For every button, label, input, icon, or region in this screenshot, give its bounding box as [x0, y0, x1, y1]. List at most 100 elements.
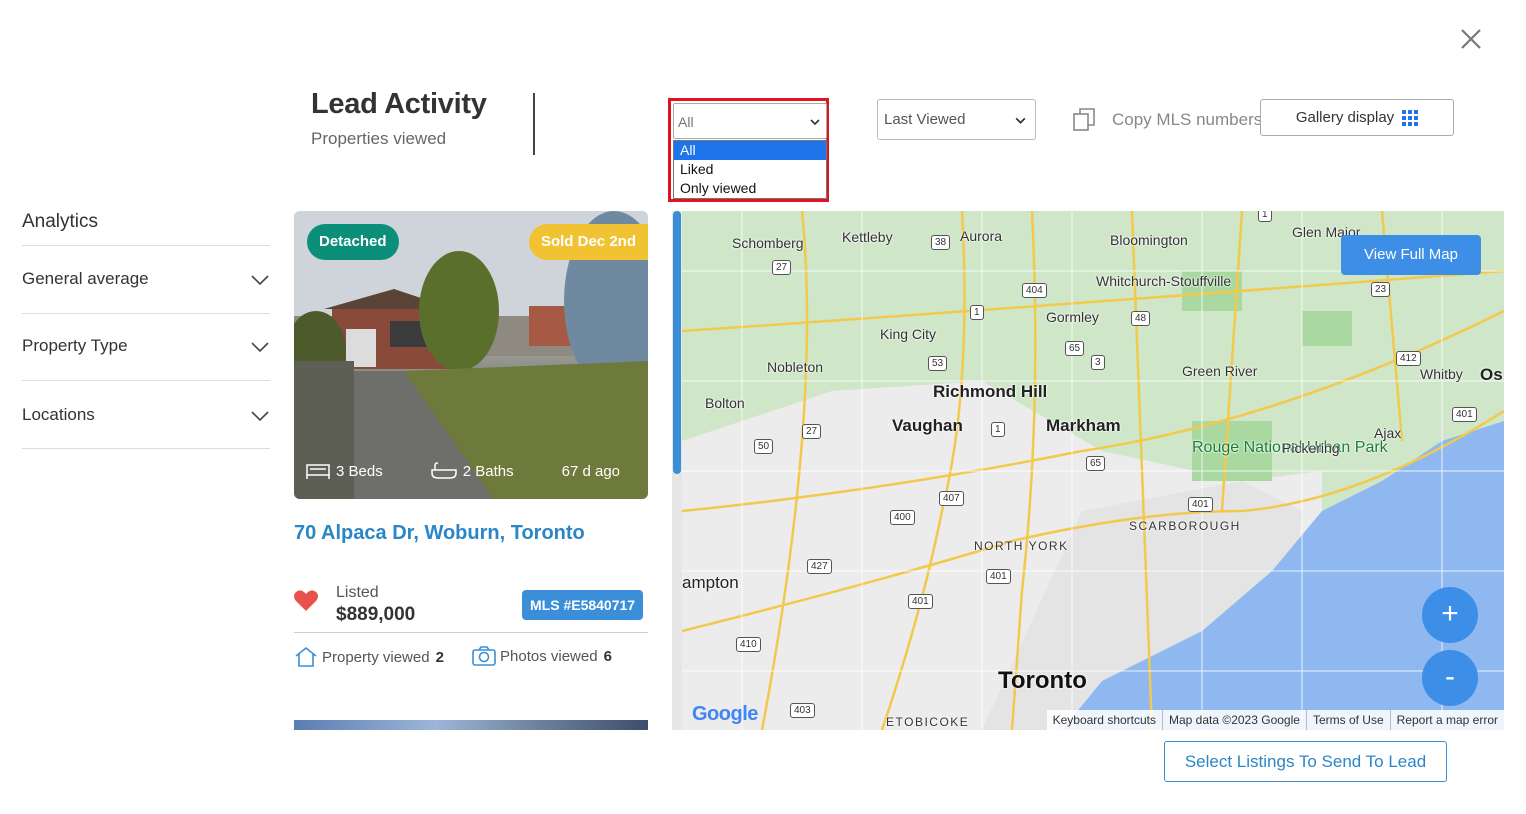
map-label-richmond-hill: Richmond Hill [933, 382, 1048, 401]
map-label-kettleby: Kettleby [842, 229, 893, 245]
photo-stats: 3 Beds 2 Baths 67 d ago [306, 459, 620, 483]
highway-shield: 412 [1396, 351, 1421, 366]
google-logo: Google [692, 703, 758, 726]
listed-label: Listed [336, 584, 379, 601]
heart-icon[interactable] [293, 589, 319, 613]
map-label-north-york: NORTH YORK [974, 539, 1069, 553]
property-viewed-label: Property viewed [322, 648, 430, 666]
highway-shield: 401 [986, 569, 1011, 584]
chevron-down-icon [810, 119, 820, 126]
gallery-label: Gallery display [1295, 109, 1395, 126]
days-ago: 67 d ago [561, 462, 620, 480]
chevron-down-icon [251, 275, 269, 286]
map-label-gormley: Gormley [1046, 309, 1099, 325]
page-title: Lead Activity [311, 88, 487, 120]
filter-select[interactable]: All [673, 103, 827, 139]
highway-shield: 1 [991, 422, 1005, 437]
filter-options-list: All Liked Only viewed [673, 140, 827, 199]
highway-shield: 3 [1091, 355, 1105, 370]
select-listings-button[interactable]: Select Listings To Send To Lead [1164, 741, 1447, 782]
highway-shield: 410 [736, 637, 761, 652]
sort-select[interactable]: Last Viewed [877, 99, 1036, 140]
map-label-green-river: Green River [1182, 363, 1258, 379]
filter-dropdown-highlight: All All Liked Only viewed [668, 98, 829, 202]
map-label-rouge-park: Rouge National Urban Park [1192, 439, 1388, 456]
next-property-photo[interactable] [294, 720, 648, 730]
highway-shield: 38 [931, 235, 951, 250]
copy-mls-button[interactable]: Copy MLS numbers [1072, 104, 1262, 136]
sidebar-item-locations[interactable]: Locations [22, 380, 270, 449]
status-badge: Sold Dec 2nd [528, 224, 648, 260]
sidebar-item-label: General average [22, 269, 149, 288]
sort-selected-value: Last Viewed [884, 111, 966, 128]
highway-shield: 27 [802, 424, 822, 439]
highway-shield: 48 [1131, 311, 1151, 326]
sidebar-item-label: Property Type [22, 336, 128, 355]
map-label-whitchurch-stouffville: Whitchurch-Stouffville [1096, 273, 1232, 289]
card-divider [294, 632, 648, 633]
terms-of-use-link[interactable]: Terms of Use [1305, 710, 1390, 730]
highway-shield: 401 [1188, 497, 1213, 512]
filter-option-liked[interactable]: Liked [674, 160, 826, 179]
map-label-ajax: Ajax [1374, 425, 1402, 441]
chevron-down-icon [251, 411, 269, 422]
map-label-os: Os [1480, 365, 1503, 384]
map-view[interactable]: Schomberg Kettleby Aurora Bloomington Gl… [682, 211, 1504, 730]
filter-option-all[interactable]: All [674, 141, 826, 160]
map-label-bolton: Bolton [705, 395, 745, 411]
map-label-schomberg: Schomberg [732, 235, 804, 251]
zoom-out-button[interactable]: - [1422, 650, 1478, 706]
copy-icon [1073, 108, 1095, 131]
highway-shield: 53 [928, 356, 948, 371]
chevron-down-icon [1015, 117, 1026, 124]
beds-stat: 3 Beds [306, 462, 383, 480]
list-scrollbar-thumb[interactable] [673, 211, 681, 474]
map-label-aurora: Aurora [960, 228, 1003, 244]
chevron-down-icon [251, 342, 269, 353]
filter-selected-value: All [678, 114, 694, 130]
map-label-toronto: Toronto [998, 667, 1087, 694]
view-full-map-button[interactable]: View Full Map [1341, 235, 1481, 275]
bed-icon [306, 464, 330, 479]
map-data-label: Map data ©2023 Google [1162, 710, 1306, 730]
map-label-nobleton: Nobleton [767, 359, 824, 375]
property-photo[interactable]: Detached Sold Dec 2nd 3 Beds 2 Baths 67 … [294, 211, 648, 499]
map-attribution: Keyboard shortcuts Map data ©2023 Google… [1046, 710, 1504, 730]
highway-shield: 407 [939, 491, 964, 506]
gallery-display-button[interactable]: Gallery display [1260, 99, 1454, 136]
highway-shield: 404 [1022, 283, 1047, 298]
property-type-badge: Detached [307, 224, 399, 260]
copy-mls-label: Copy MLS numbers [1112, 110, 1263, 129]
map-label-whitby: Whitby [1420, 366, 1463, 382]
page-subtitle: Properties viewed [311, 129, 447, 148]
filter-option-only-viewed[interactable]: Only viewed [674, 179, 826, 198]
home-icon [295, 646, 317, 667]
close-icon[interactable] [1456, 24, 1486, 54]
map-label-scarborough: SCARBOROUGH [1129, 519, 1241, 533]
map-label-etobicoke: ETOBICOKE [886, 715, 970, 729]
property-address-link[interactable]: 70 Alpaca Dr, Woburn, Toronto [294, 522, 585, 545]
zoom-in-button[interactable]: + [1422, 587, 1478, 643]
sidebar-item-property-type[interactable]: Property Type [22, 313, 270, 380]
report-map-error-link[interactable]: Report a map error [1389, 710, 1504, 730]
highway-shield: 23 [1371, 282, 1391, 297]
highway-shield: 403 [790, 703, 815, 718]
camera-icon [472, 646, 496, 666]
map-label-king-city: King City [880, 326, 937, 342]
highway-shield: 1 [1258, 211, 1272, 222]
sidebar-item-general-average[interactable]: General average [22, 245, 270, 313]
map-label-pickering: Pickering [1282, 440, 1340, 456]
map-label-brampton: ampton [682, 573, 739, 592]
grid-icon [1402, 109, 1419, 126]
highway-shield: 50 [754, 439, 774, 454]
keyboard-shortcuts-link[interactable]: Keyboard shortcuts [1047, 710, 1162, 730]
google-logo-text: Google [692, 703, 758, 725]
bathtub-icon [430, 462, 457, 479]
sidebar-item-label: Locations [22, 405, 95, 424]
highway-shield: 401 [908, 594, 933, 609]
property-viewed-count: 2 [435, 648, 444, 666]
property-viewed-stat: Property viewed 2 [294, 646, 444, 668]
photos-viewed-count: 6 [603, 647, 612, 665]
mls-badge: MLS #E5840717 [522, 590, 644, 620]
highway-shield: 1 [970, 305, 984, 320]
